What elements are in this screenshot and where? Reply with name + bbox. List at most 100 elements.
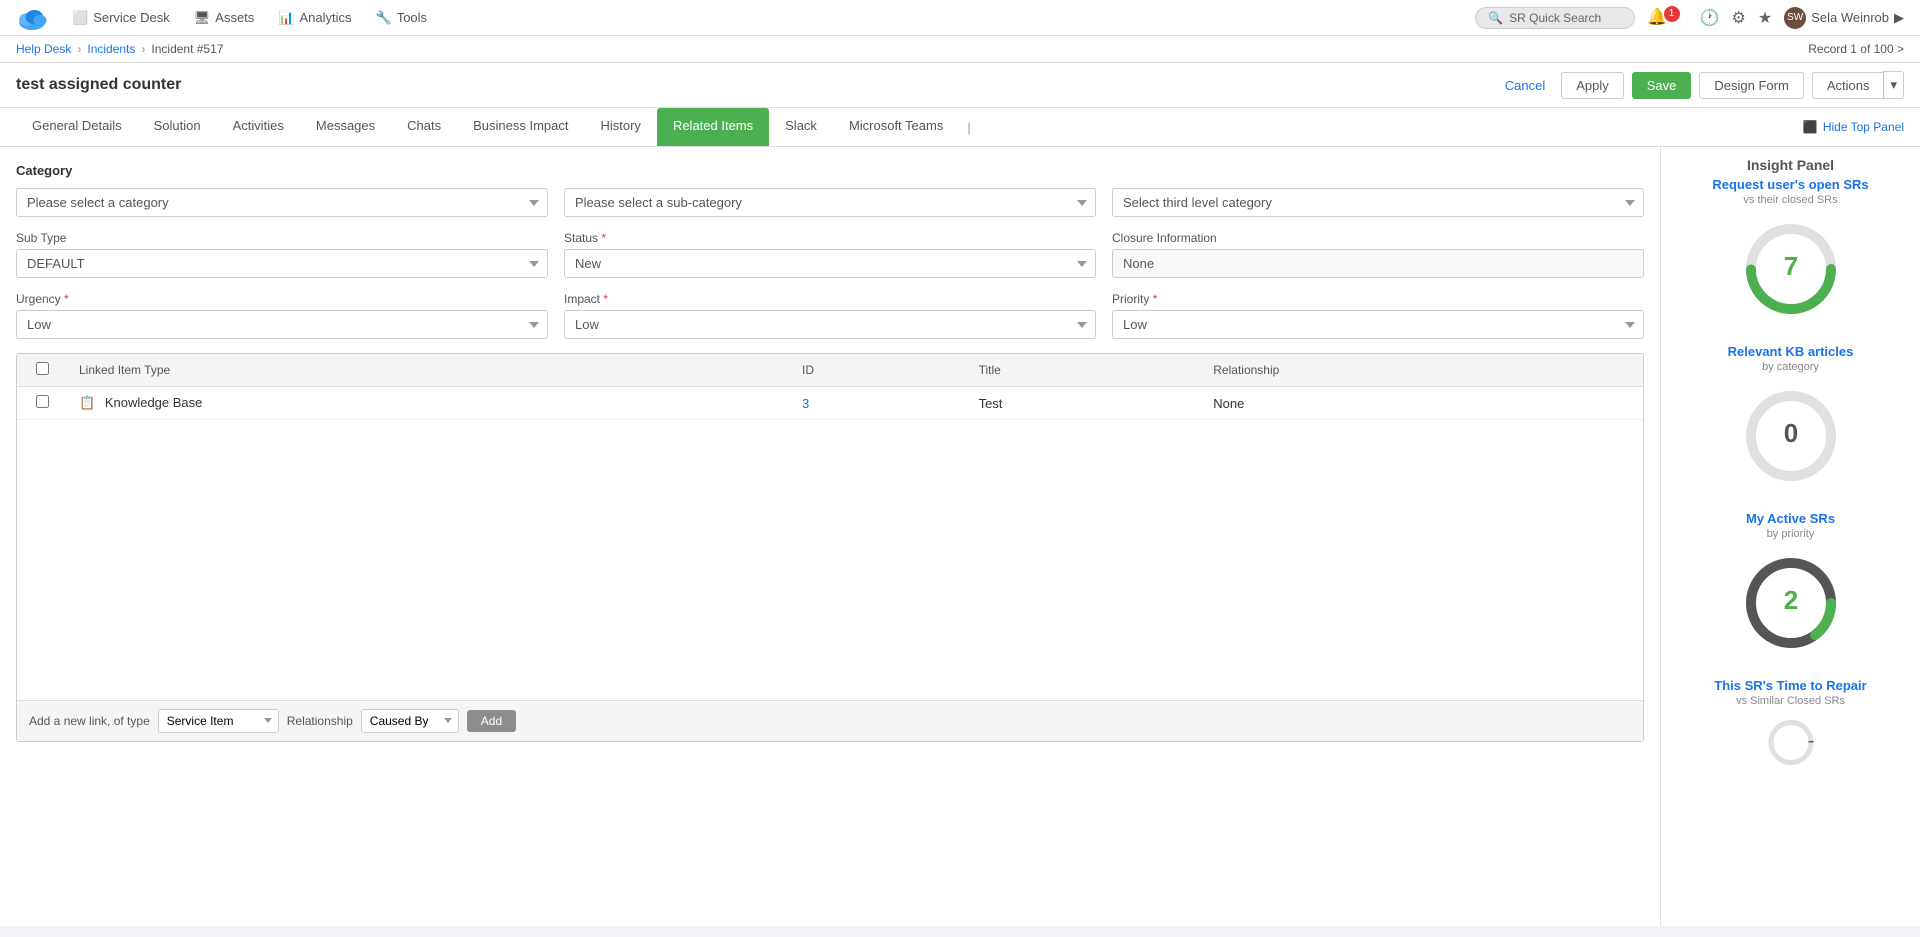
category-row: Please select a category Please select a…	[16, 188, 1644, 217]
breadcrumb-help-desk[interactable]: Help Desk	[16, 42, 71, 56]
priority-group: Priority * Low	[1112, 292, 1644, 339]
status-select[interactable]: New	[564, 249, 1096, 278]
breadcrumb-sep2: ›	[141, 42, 145, 56]
content-area: Category Please select a category Please…	[0, 147, 1660, 926]
nav-tools[interactable]: 🔧 Tools	[376, 10, 428, 26]
col-relationship-header: Relationship	[1201, 354, 1643, 387]
breadcrumb-incidents[interactable]: Incidents	[87, 42, 135, 56]
category-group: Please select a category	[16, 188, 548, 217]
widget-open-srs-title: Request user's open SRs	[1677, 177, 1904, 192]
add-link-button[interactable]: Add	[467, 710, 516, 732]
user-menu[interactable]: SW Sela Weinrob ▶	[1784, 7, 1904, 29]
table-header-row: Linked Item Type ID Title Relationship	[17, 354, 1643, 387]
notification-icon[interactable]: 🔔 1	[1647, 7, 1687, 28]
relationship-label: Relationship	[287, 714, 353, 728]
page-title-bar: test assigned counter Cancel Apply Save …	[0, 63, 1920, 108]
actions-button[interactable]: Actions	[1812, 72, 1884, 99]
avatar: SW	[1784, 7, 1806, 29]
row-checkbox[interactable]	[36, 395, 49, 408]
widget-kb-articles-chart: 0	[1677, 381, 1904, 491]
status-label: Status *	[564, 231, 1096, 245]
tab-business-impact[interactable]: Business Impact	[457, 108, 584, 146]
tab-activities[interactable]: Activities	[217, 108, 300, 146]
actions-button-group: Actions ▾	[1812, 71, 1904, 99]
closure-label: Closure Information	[1112, 231, 1644, 245]
status-group: Status * New	[564, 231, 1096, 278]
tab-chats[interactable]: Chats	[391, 108, 457, 146]
subcategory-group: Please select a sub-category	[564, 188, 1096, 217]
widget-time-to-repair-sub: vs Similar Closed SRs	[1677, 695, 1904, 707]
linked-table-container: Linked Item Type ID Title Relationship	[16, 353, 1644, 742]
row-checkbox-cell	[17, 387, 67, 420]
kb-icon: 📋	[79, 395, 95, 410]
add-link-row: Add a new link, of type Service Item Kno…	[17, 700, 1643, 741]
tab-slack[interactable]: Slack	[769, 108, 833, 146]
app-logo[interactable]	[16, 2, 48, 34]
subtype-status-row: Sub Type DEFAULT Status * New Closure In…	[16, 231, 1644, 278]
closure-input[interactable]	[1112, 249, 1644, 278]
widget-open-srs: Request user's open SRs vs their closed …	[1677, 177, 1904, 324]
search-icon: 🔍	[1488, 11, 1503, 25]
widget-time-to-repair: This SR's Time to Repair vs Similar Clos…	[1677, 678, 1904, 770]
actions-arrow-button[interactable]: ▾	[1883, 71, 1904, 99]
linked-table: Linked Item Type ID Title Relationship	[17, 354, 1643, 700]
settings-icon[interactable]: ⚙	[1732, 8, 1746, 28]
category-select[interactable]: Please select a category	[16, 188, 548, 217]
hide-panel-icon: ⬛	[1803, 120, 1818, 134]
tab-solution[interactable]: Solution	[138, 108, 217, 146]
nav-assets[interactable]: 🖥 Assets	[194, 10, 255, 26]
row-id-cell: 3	[790, 387, 967, 420]
impact-label: Impact *	[564, 292, 1096, 306]
third-level-select[interactable]: Select third level category	[1112, 188, 1644, 217]
breadcrumb-current: Incident #517	[151, 42, 223, 56]
tab-history[interactable]: History	[584, 108, 656, 146]
col-id-header: ID	[790, 354, 967, 387]
relationship-select[interactable]: Caused By Related To Resolved By	[361, 709, 459, 733]
quick-search[interactable]: 🔍 SR Quick Search	[1475, 7, 1635, 29]
assets-icon: 🖥	[194, 10, 211, 26]
link-type-select[interactable]: Service Item Knowledge Base Incident Pro…	[158, 709, 279, 733]
col-checkbox-header	[17, 354, 67, 387]
design-form-button[interactable]: Design Form	[1699, 72, 1803, 99]
table-empty-row	[17, 420, 1643, 700]
urgency-group: Urgency * Low	[16, 292, 548, 339]
urgency-select[interactable]: Low	[16, 310, 548, 339]
third-level-category-group: Select third level category	[1112, 188, 1644, 217]
save-button[interactable]: Save	[1632, 72, 1692, 99]
urgency-label: Urgency *	[16, 292, 548, 306]
nav-service-desk[interactable]: ⬜ Service Desk	[72, 10, 170, 26]
page-title: test assigned counter	[16, 76, 181, 94]
insight-panel-title: Insight Panel	[1677, 157, 1904, 173]
nav-right: 🔍 SR Quick Search 🔔 1 🕐 ⚙ ★ SW Sela Wein…	[1475, 7, 1904, 29]
clock-icon[interactable]: 🕐	[1700, 8, 1720, 28]
col-title-header: Title	[967, 354, 1202, 387]
cancel-button[interactable]: Cancel	[1497, 73, 1553, 98]
tab-messages[interactable]: Messages	[300, 108, 391, 146]
tab-general-details[interactable]: General Details	[16, 108, 138, 146]
tab-microsoft-teams[interactable]: Microsoft Teams	[833, 108, 959, 146]
widget-open-srs-chart: 7	[1677, 214, 1904, 324]
notification-badge: 1	[1664, 6, 1680, 22]
impact-select[interactable]: Low	[564, 310, 1096, 339]
hide-top-panel-button[interactable]: ⬛ Hide Top Panel	[1803, 112, 1904, 142]
widget-open-srs-sub: vs their closed SRs	[1677, 194, 1904, 206]
urgency-impact-row: Urgency * Low Impact * Low Priority * Lo…	[16, 292, 1644, 339]
widget-active-srs: My Active SRs by priority 2	[1677, 511, 1904, 658]
priority-select[interactable]: Low	[1112, 310, 1644, 339]
star-icon[interactable]: ★	[1758, 8, 1772, 28]
row-relationship-cell: None	[1201, 387, 1643, 420]
col-type-header: Linked Item Type	[67, 354, 790, 387]
subcategory-select[interactable]: Please select a sub-category	[564, 188, 1096, 217]
tabs-more[interactable]: |	[959, 110, 978, 145]
select-all-checkbox[interactable]	[36, 362, 49, 375]
chevron-right-icon: ▶	[1894, 10, 1904, 26]
nav-analytics[interactable]: 📊 Analytics	[278, 10, 351, 26]
table-row: 📋 Knowledge Base 3 Test None	[17, 387, 1643, 420]
breadcrumb-sep1: ›	[77, 42, 81, 56]
subtype-select[interactable]: DEFAULT	[16, 249, 548, 278]
record-info: Record 1 of 100 >	[1808, 42, 1904, 56]
apply-button[interactable]: Apply	[1561, 72, 1624, 99]
closure-group: Closure Information	[1112, 231, 1644, 278]
tab-related-items[interactable]: Related Items	[657, 108, 769, 146]
row-title-cell: Test	[967, 387, 1202, 420]
